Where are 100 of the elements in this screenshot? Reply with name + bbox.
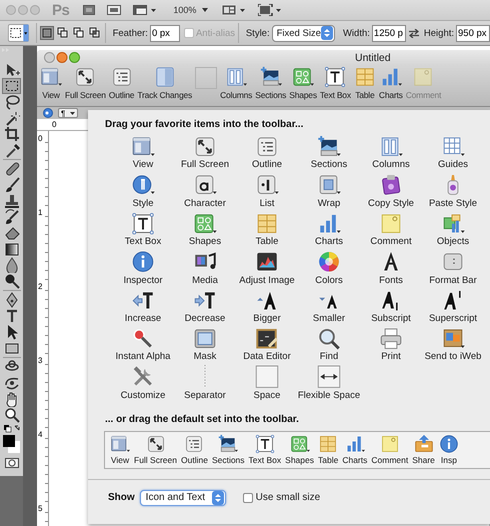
toolbar-button[interactable]: Sections	[254, 66, 288, 100]
swap-arrows-icon[interactable]	[408, 28, 419, 38]
empty-square-icon	[255, 365, 279, 389]
toolbar-button[interactable]: Outline	[108, 66, 136, 100]
marquee-tool-icon[interactable]	[2, 78, 21, 94]
toolbar-item[interactable]: Customize	[112, 365, 174, 404]
toolbar-item[interactable]: Bigger	[236, 288, 298, 327]
toolbar-item[interactable]: View	[112, 135, 174, 174]
layout-dropdown-icon[interactable]	[222, 5, 246, 15]
item-label: Outline	[181, 455, 208, 466]
toolbar-item[interactable]: Colors	[298, 250, 360, 289]
toolbar-item[interactable]: Superscript	[422, 288, 484, 327]
text-box-icon	[254, 434, 275, 454]
marquee-preset-dropdown[interactable]	[8, 22, 29, 44]
expand-arrows-icon	[146, 434, 166, 454]
toolbar-item[interactable]: Table	[236, 212, 298, 250]
ruler-number: 5	[37, 504, 42, 513]
toolbar-item[interactable]: Mask	[174, 326, 236, 366]
new-selection-icon[interactable]	[40, 26, 54, 40]
stepper-icon	[320, 26, 333, 40]
toolbar-item[interactable]: Smaller	[298, 288, 360, 327]
toolbar-button[interactable]: Charts	[378, 66, 404, 100]
columns-icon	[225, 66, 248, 88]
feather-field[interactable]: 0 px	[150, 24, 180, 42]
toolbar-item[interactable]: Sections	[298, 135, 360, 174]
toolbar-item[interactable]: Inspector	[112, 250, 174, 289]
item-label: View	[110, 455, 130, 466]
caret-icon	[70, 112, 75, 114]
toolbar-item[interactable]: Space	[236, 365, 298, 404]
toolbar-item[interactable]: Adjust Image	[236, 250, 298, 289]
printer-icon	[379, 326, 403, 350]
small-size-checkbox[interactable]: Use small size	[242, 492, 320, 504]
toolbar-item[interactable]: Instant Alpha	[112, 326, 174, 366]
toolbar-item[interactable]: Separator	[174, 365, 236, 404]
item-label: Share	[412, 455, 435, 466]
toolbar-item[interactable]: Print	[360, 326, 422, 366]
window-controls-icon[interactable]	[44, 52, 80, 63]
toolbar-item[interactable]: Charts	[298, 212, 360, 250]
image-plus-icon	[218, 434, 238, 454]
stamp-tool-icon[interactable]	[2, 193, 21, 209]
toolbar-item[interactable]: Shapes	[174, 212, 236, 250]
toolbar-button[interactable]: Text Box	[318, 66, 352, 100]
toolbar-item[interactable]: List	[236, 173, 298, 212]
toolbar-button[interactable]: Shapes	[288, 66, 318, 100]
toolbar-item[interactable]: Increase	[112, 288, 174, 327]
add-selection-icon[interactable]	[56, 26, 70, 40]
window-title: Untitled	[355, 52, 391, 64]
expand-arrows-icon	[193, 135, 217, 158]
toolbar-item[interactable]: Flexible Space	[298, 365, 360, 404]
paragraph-style-dropdown[interactable]: ¶	[58, 108, 78, 118]
toolbar-item[interactable]: Outline	[236, 135, 298, 174]
frame-dropdown-icon[interactable]	[133, 5, 158, 15]
toolbar-button[interactable]: Table	[352, 66, 377, 100]
toolbar-item[interactable]: Guides	[422, 135, 484, 174]
shapes-icon	[193, 212, 217, 236]
toolbar-item[interactable]: Text Box	[112, 212, 174, 250]
toolbar-item[interactable]: Data Editor	[236, 326, 298, 366]
toolbar-item[interactable]: Send to iWeb	[422, 326, 484, 366]
item-label: Charts	[342, 455, 368, 466]
ruler-number: 1	[37, 208, 42, 217]
intersect-selection-icon[interactable]	[88, 26, 102, 40]
color-swatches-icon[interactable]	[2, 424, 20, 454]
toolbar-button[interactable]: Columns	[219, 66, 254, 100]
height-field[interactable]: 950 px	[456, 24, 490, 42]
window-buttons-icon	[6, 5, 40, 15]
toolbar-item[interactable]: Format Bar	[422, 250, 484, 289]
zoom-dropdown[interactable]: 100%	[169, 5, 212, 15]
style-dropdown[interactable]: Fixed Size	[272, 24, 335, 42]
quick-mask-icon[interactable]	[4, 458, 18, 468]
subtract-selection-icon[interactable]	[72, 26, 86, 40]
toolbar-item[interactable]: Fonts	[360, 250, 422, 289]
toolbar-item[interactable]: Subscript	[360, 288, 422, 327]
crop-tool-icon[interactable]	[2, 126, 21, 142]
stepper-icon	[212, 490, 224, 505]
toolbar-button[interactable]: Full Screen	[64, 66, 107, 100]
width-field[interactable]: 1250 p	[372, 24, 406, 42]
toolbar-item[interactable]: Character	[174, 173, 236, 212]
toolbar-item[interactable]: Decrease	[174, 288, 236, 327]
show-dropdown[interactable]: Icon and Text	[140, 490, 226, 506]
toolbar-item[interactable]: Columns	[360, 135, 422, 174]
toolbar-item[interactable]: Find	[298, 326, 360, 366]
toolbar-item[interactable]: Comment	[360, 212, 422, 250]
toolbar-item[interactable]: Wrap	[298, 173, 360, 212]
round-button-icon[interactable]	[43, 108, 53, 118]
text-box-icon	[131, 212, 155, 236]
toolbar-item[interactable]: Copy Style	[360, 173, 422, 212]
window-icon	[131, 135, 155, 158]
toolbar-item[interactable]: Paste Style	[422, 173, 484, 212]
toolbar-button[interactable]: View	[39, 66, 63, 100]
default-toolbar-set[interactable]: View Full Screen Outline Sections Text Box Shapes Table Charts Comment Share Insp	[104, 430, 490, 469]
grid-icon	[441, 135, 465, 158]
toolbar-item[interactable]: Full Screen	[174, 135, 236, 174]
text-box-icon	[324, 66, 346, 88]
bar-chart-icon	[344, 434, 365, 454]
toolbar-item[interactable]: Objects	[422, 212, 484, 250]
toolbar-item[interactable]: Style	[112, 173, 174, 212]
screen-mode-dropdown-icon[interactable]	[258, 4, 282, 16]
toolbar-button[interactable]: Track Changes	[136, 66, 194, 100]
item-label: Table	[318, 455, 338, 466]
toolbar-item[interactable]: Media	[174, 250, 236, 289]
